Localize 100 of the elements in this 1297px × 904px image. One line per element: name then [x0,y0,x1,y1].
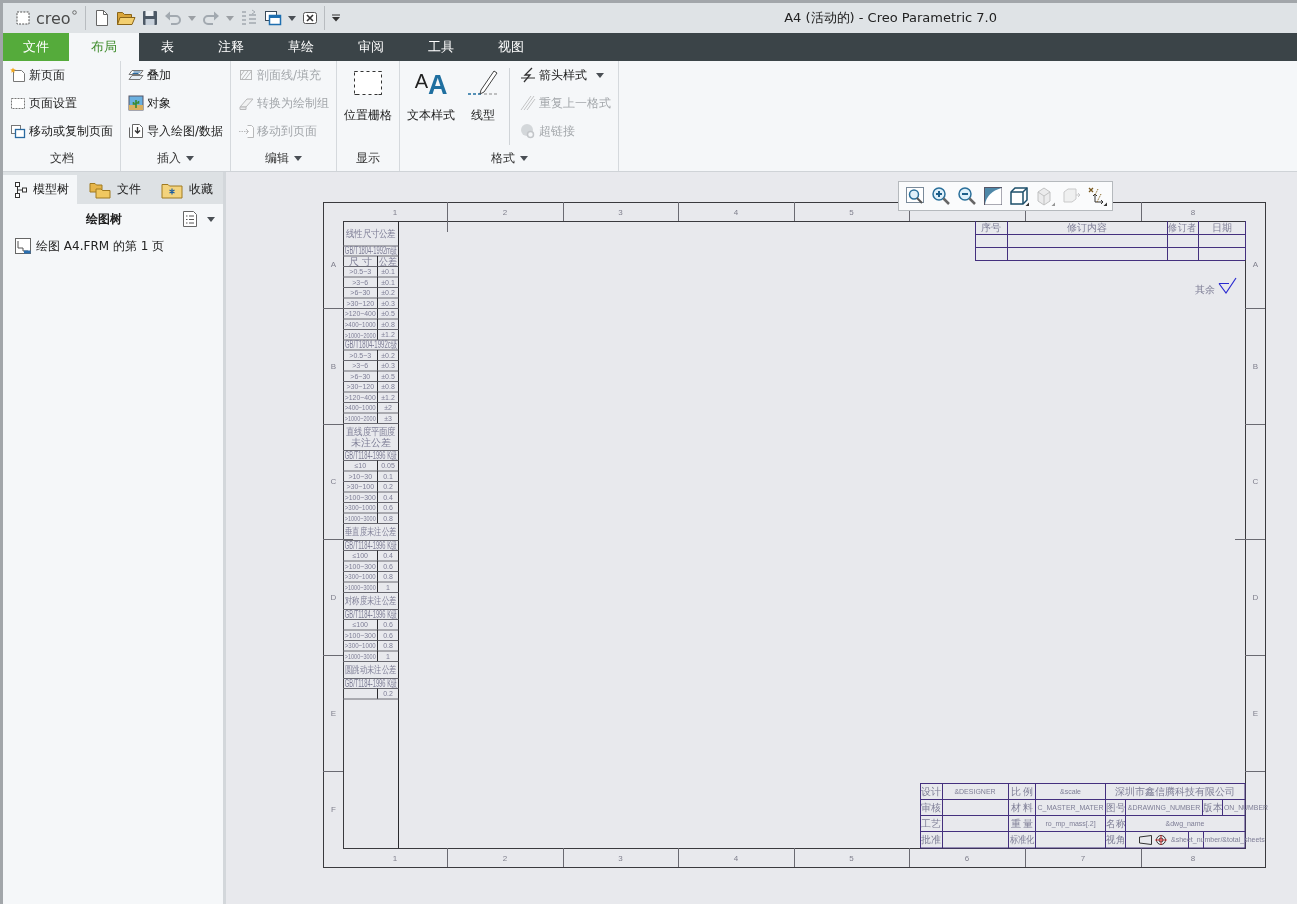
projection-symbol-icon [1139,834,1168,846]
surface-finish-icon [1218,277,1237,295]
column-header: 尺 寸 [348,255,372,267]
column-header: 序号 [981,222,1001,233]
group-label: 显示 [356,149,381,167]
tree-item[interactable]: 绘图 A4.FRM 的第 1 页 [3,236,169,256]
zone-label: 3 [618,207,623,217]
caret-icon[interactable] [186,155,194,161]
windows-icon[interactable] [263,10,282,26]
navigator-tab[interactable]: 文件 [77,175,149,204]
new-file-icon[interactable] [93,9,110,27]
ribbon-tab[interactable]: 草绘 [266,33,336,61]
ribbon-tab[interactable]: 审阅 [336,33,406,61]
table-heading: 线性尺寸公差 [346,228,396,239]
repaint-icon[interactable] [983,186,1003,206]
column-header: 修订内容 [1067,222,1107,233]
arrow-style-button[interactable]: 箭头样式 [518,64,614,86]
field-label: 比 例 [1010,785,1034,797]
navigator-tab[interactable]: 收藏 [149,175,221,204]
zone-label: A [1252,260,1259,269]
ribbon-tab[interactable]: 视图 [476,33,546,61]
zoom-out-icon[interactable] [957,186,977,206]
move-copy-page-button[interactable]: 移动或复制页面 [8,120,115,142]
zone-label: 5 [849,853,854,863]
zone-label: 4 [733,853,739,863]
standard-code: GB/T1184-1996 K级 [344,678,397,689]
caret-icon[interactable] [287,15,296,21]
ribbon-tab[interactable]: 注释 [196,33,266,61]
column-header: 公差 [378,255,398,268]
ribbon-tab[interactable]: 布局 [69,33,139,61]
caret-icon[interactable] [330,14,341,22]
import-icon [128,123,144,139]
field-label: 版本 [1202,801,1223,814]
repeat-format-icon [520,95,537,111]
open-folder-icon[interactable] [115,9,136,27]
field-label: 批准 [921,834,941,846]
zone-label: B [1252,361,1259,371]
zone-label: B [330,361,337,371]
zoom-fit-icon[interactable] [905,186,925,206]
page-setup-button[interactable]: 页面设置 [8,92,115,114]
eraser-icon [238,95,255,111]
zone-label: 2 [502,207,508,217]
model-tree-icon [15,181,27,198]
caret-icon[interactable] [519,155,528,161]
field-label: 名称 [1105,817,1126,830]
table-heading: 直线度平面度 [346,426,396,437]
field-label: 图号 [1105,801,1126,814]
field-label: 视角 [1105,834,1126,846]
save-icon[interactable] [141,10,158,26]
zone-label: 1 [392,207,398,217]
overlay-button[interactable]: 叠加 [126,64,226,86]
overlay-icon [128,67,144,83]
new-page-icon [10,67,26,83]
tree-title: 绘图树 [86,210,122,228]
zone-label: 8 [1190,853,1196,863]
caret-icon[interactable] [294,155,303,161]
hatch-icon [238,67,255,83]
group-label: 编辑 [265,149,290,167]
standard-code: GB/T1184-1996 K级 [344,609,397,620]
table-heading: 对称度未注公差 [344,595,397,607]
zone-label: D [1252,592,1259,602]
zone-label: 4 [733,207,739,217]
object-button[interactable]: 对象 [126,92,226,114]
zoom-in-icon[interactable] [931,186,951,206]
group-label: 插入 [157,149,181,167]
zone-label: 2 [502,853,508,863]
ribbon-tab[interactable]: 工具 [406,33,476,61]
picture-icon [128,95,144,111]
caret-icon[interactable] [207,216,215,222]
annotation-display-icon[interactable] [1087,186,1107,206]
logo-text: creo [36,8,71,28]
cube-icon[interactable] [1009,186,1029,206]
navigator-tab[interactable]: 模型树 [3,175,77,204]
field-label: 审核 [921,802,941,813]
arrow-style-icon [520,67,537,83]
zone-label: 5 [849,207,854,217]
line-style-button[interactable]: 线型 [465,64,502,145]
move-page-icon [10,123,26,139]
field-label: 标准化 [1009,834,1035,846]
field-label: 设计 [921,785,941,797]
close-window-icon[interactable] [301,11,318,25]
letter-glyph-icon: A [427,72,448,99]
new-page-button[interactable]: 新页面 [8,64,115,86]
import-button[interactable]: 导入绘图/数据 [126,120,226,142]
drawing-sheet-icon [15,238,31,254]
logo-icon [15,10,31,26]
locate-grid-button[interactable]: 位置栅格 [342,64,395,145]
zone-label: E [1252,708,1259,718]
field-label: 重 量 [1010,818,1034,829]
zone-label: A [330,260,337,269]
zone-label: C [1252,477,1259,486]
group-label: 文档 [49,149,74,167]
field-label: 材 料 [1010,802,1034,813]
table-heading: 圆跳动未注公差 [344,664,397,676]
standard-code: GB/T1804-1992m级 [344,245,397,257]
list-view-icon[interactable] [182,210,198,228]
ribbon-tab[interactable]: 表 [139,33,196,61]
table-heading: 未注公差 [350,437,391,448]
standard-code: GB/T1184-1996 K级 [344,450,397,461]
zone-label: 6 [964,853,970,863]
